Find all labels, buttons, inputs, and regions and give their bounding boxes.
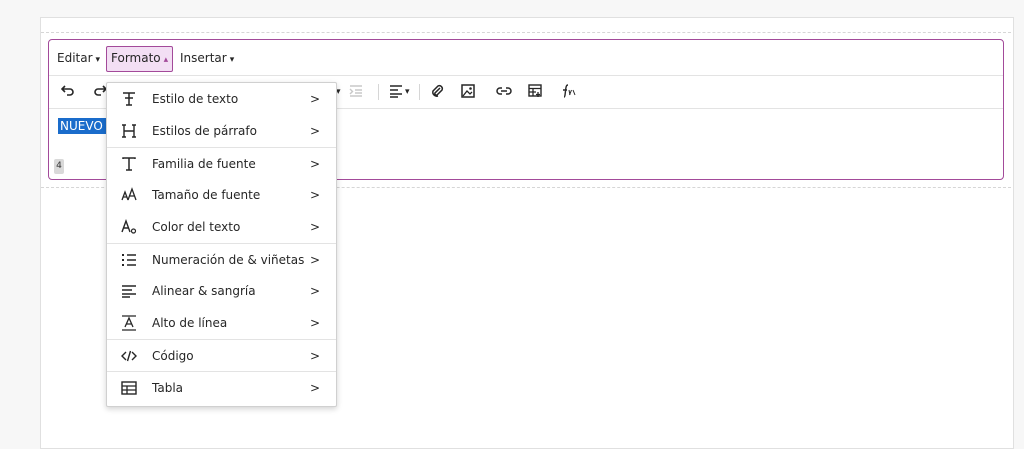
align-left-icon: [119, 275, 139, 307]
chevron-right-icon: >: [309, 92, 320, 106]
image-icon[interactable]: [461, 84, 475, 102]
chevron-right-icon: >: [309, 284, 320, 298]
menu-item-label: Código: [152, 349, 194, 363]
menu-item-label: Familia de fuente: [152, 157, 256, 171]
menu-item-font-family[interactable]: Familia de fuente >: [107, 147, 336, 180]
font-size-icon: [119, 179, 139, 211]
formula-icon[interactable]: [560, 84, 576, 102]
link-icon[interactable]: [496, 84, 512, 102]
menu-item-label: Alto de línea: [152, 316, 228, 330]
menu-item-numbering-bullets[interactable]: Numeración de & viñetas >: [107, 243, 336, 276]
chevron-right-icon: >: [309, 188, 320, 202]
menu-editar[interactable]: Editar ▾: [53, 46, 104, 70]
menu-item-label: Tamaño de fuente: [152, 188, 261, 202]
menu-item-font-size[interactable]: Tamaño de fuente >: [107, 179, 336, 211]
menu-item-paragraph-styles[interactable]: Estilos de párrafo >: [107, 115, 336, 147]
code-icon: [119, 340, 139, 372]
editor-menubar: Editar ▾ Formato ▴ Insertar ▾: [49, 40, 1003, 76]
menu-item-line-height[interactable]: Alto de línea >: [107, 307, 336, 339]
menu-formato[interactable]: Formato ▴: [106, 46, 174, 72]
chevron-up-icon: ▴: [163, 55, 169, 65]
chevron-right-icon: >: [309, 157, 320, 171]
font-family-icon: [119, 148, 139, 180]
menu-item-label: Alinear & sangría: [152, 284, 256, 298]
chevron-right-icon: >: [309, 220, 320, 234]
menu-item-table[interactable]: Tabla >: [107, 371, 336, 404]
chevron-right-icon: >: [309, 316, 320, 330]
chevron-right-icon: >: [309, 253, 320, 267]
chevron-down-icon: ▾: [95, 55, 101, 65]
text-color-icon: [119, 211, 139, 243]
undo-icon[interactable]: [60, 83, 75, 101]
menu-item-text-style[interactable]: Estilo de texto >: [107, 83, 336, 115]
redo-icon[interactable]: [93, 83, 108, 101]
menu-item-code[interactable]: Código >: [107, 339, 336, 372]
panel-divider-top: [41, 32, 1011, 33]
chevron-right-icon: >: [309, 124, 320, 138]
attach-icon[interactable]: [430, 84, 444, 102]
chevron-right-icon: >: [309, 349, 320, 363]
align-icon[interactable]: [389, 84, 403, 102]
line-height-icon: [119, 307, 139, 339]
heading-icon: [119, 115, 139, 147]
text-style-icon: [119, 83, 139, 115]
indent-icon[interactable]: [349, 84, 363, 102]
menu-insertar[interactable]: Insertar ▾: [176, 46, 238, 70]
menu-editar-label: Editar: [57, 51, 93, 65]
toolbar-divider: [419, 84, 420, 100]
menu-item-text-color[interactable]: Color del texto >: [107, 211, 336, 243]
menu-item-label: Color del texto: [152, 220, 241, 234]
menu-item-label: Tabla: [152, 381, 184, 395]
chevron-down-icon: ▾: [229, 55, 235, 65]
menu-item-label: Estilos de párrafo: [152, 124, 257, 138]
menu-formato-label: Formato: [111, 51, 161, 65]
menu-item-align-indent[interactable]: Alinear & sangría >: [107, 275, 336, 307]
menu-item-label: Estilo de texto: [152, 92, 239, 106]
list-icon: [119, 244, 139, 276]
toolbar-divider: [378, 84, 379, 100]
menu-item-label: Numeración de & viñetas: [152, 253, 305, 267]
chevron-right-icon: >: [309, 381, 320, 395]
table-icon: [119, 372, 139, 404]
word-count-badge: 4: [54, 159, 64, 174]
menu-insertar-label: Insertar: [180, 51, 227, 65]
table-insert-icon[interactable]: [528, 84, 542, 102]
chevron-down-icon[interactable]: ▾: [405, 83, 410, 101]
format-dropdown-menu: Estilo de texto > Estilos de párrafo > F…: [106, 82, 337, 407]
